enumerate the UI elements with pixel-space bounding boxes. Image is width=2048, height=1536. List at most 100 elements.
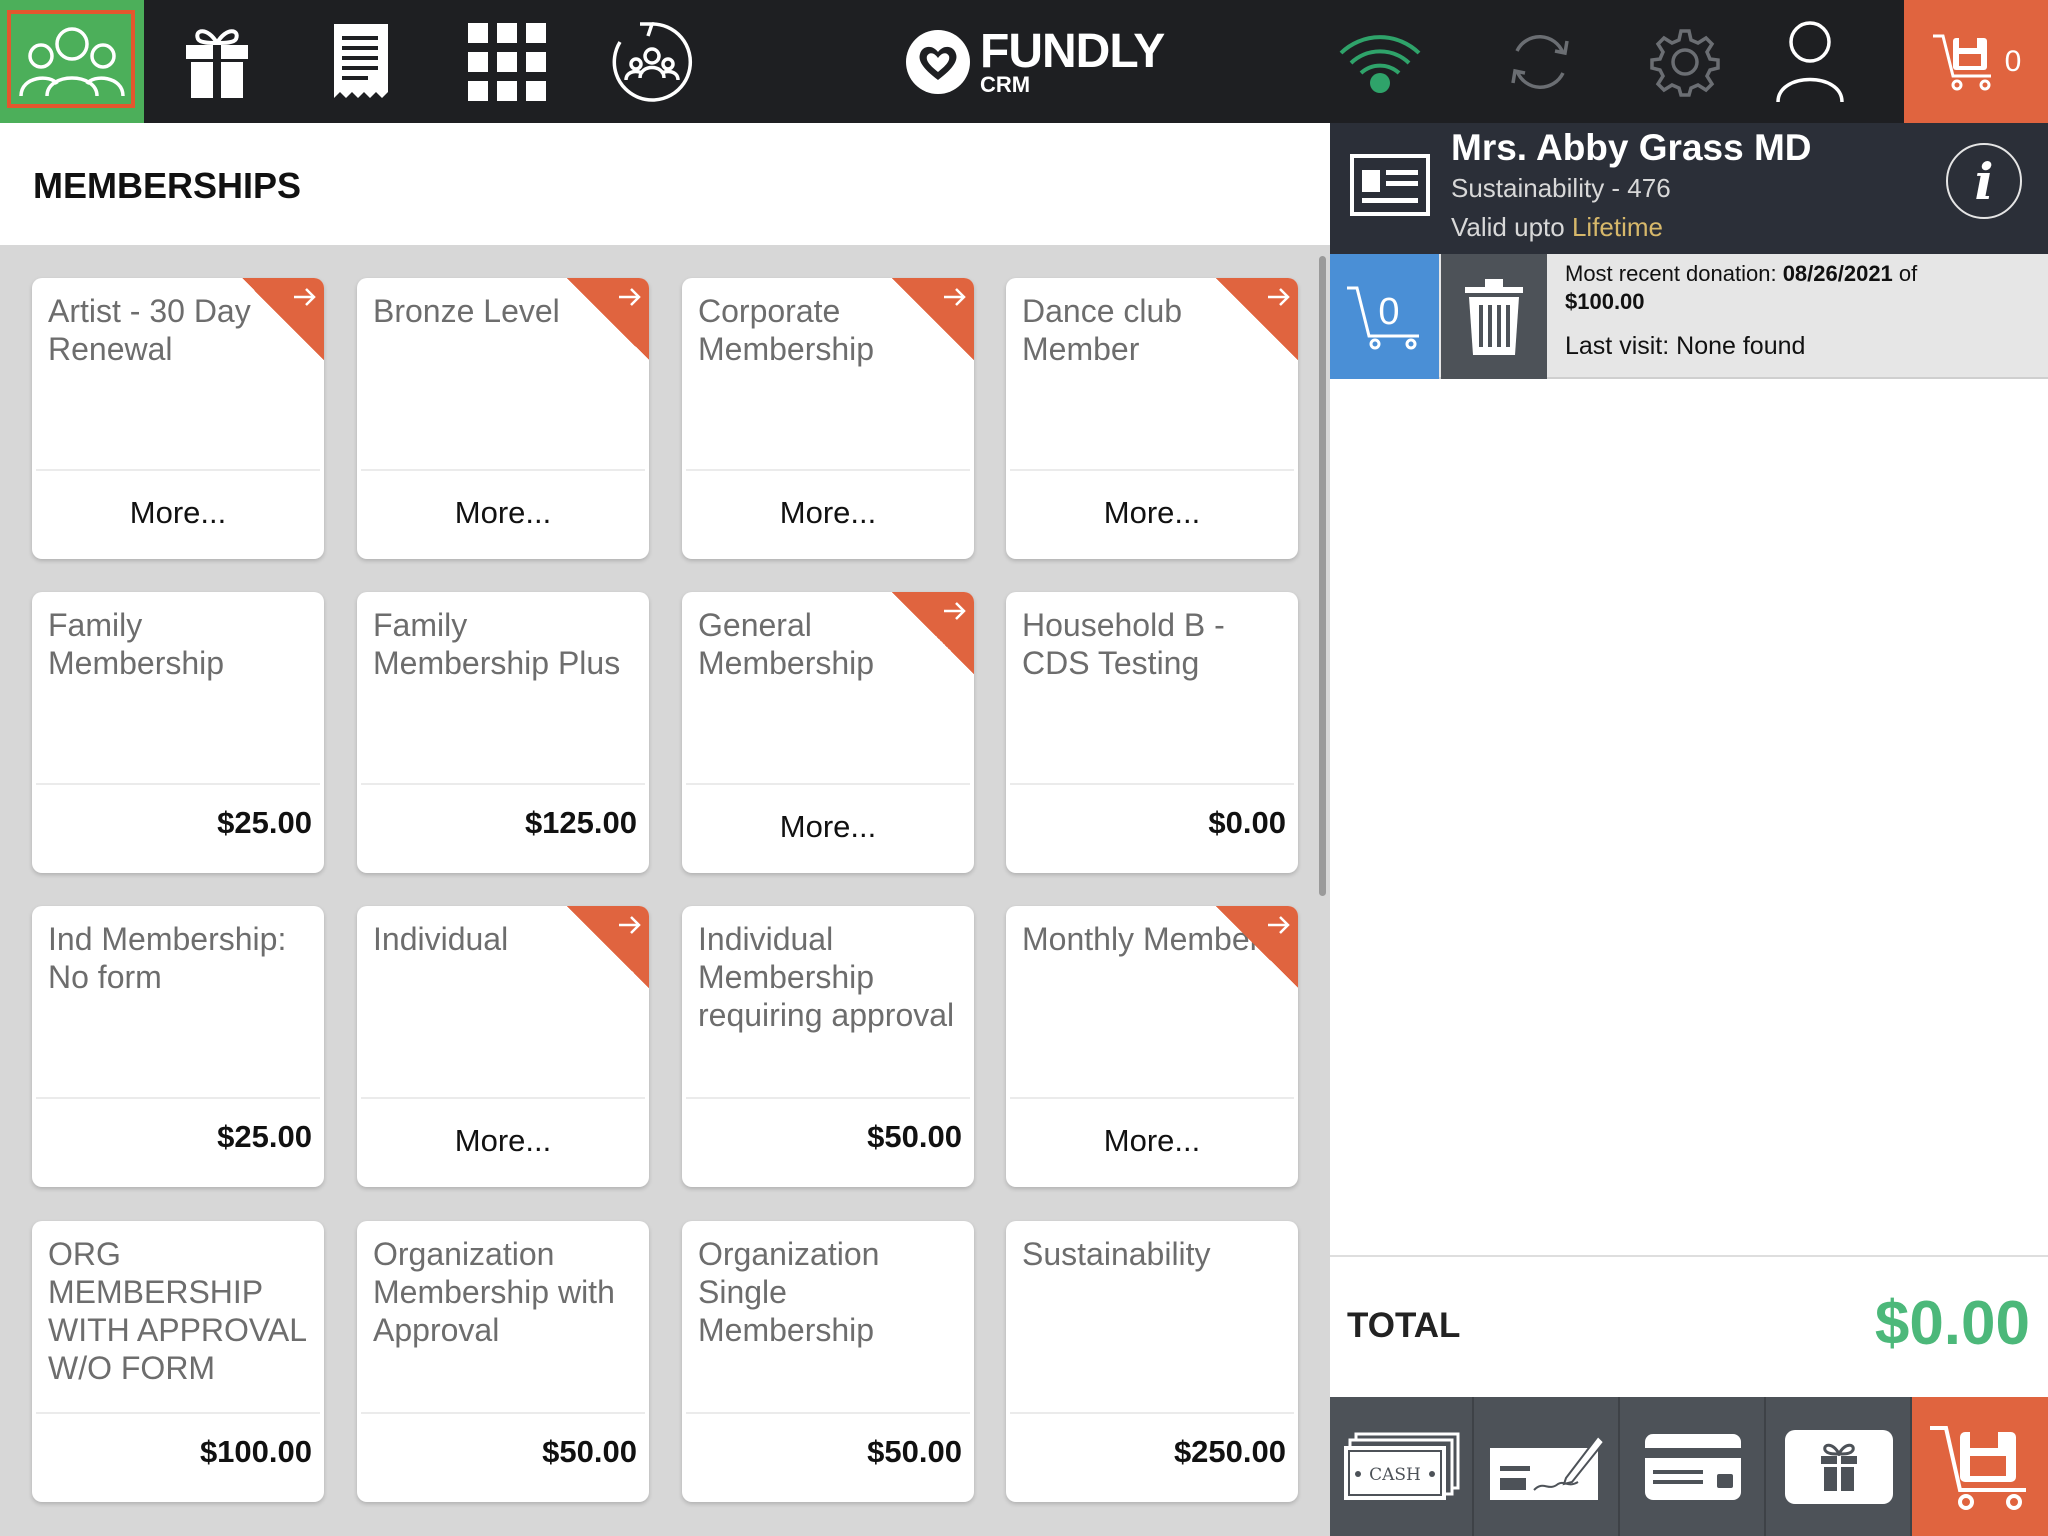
options-flag: [567, 906, 649, 988]
recent-prefix: Most recent donation:: [1565, 261, 1783, 286]
membership-name: Individual Membership requiring approval: [698, 921, 955, 1033]
validity-prefix: Valid upto: [1451, 212, 1565, 242]
membership-card[interactable]: ORG MEMBERSHIP WITH APPROVAL W/O FORM $10…: [32, 1221, 324, 1502]
nav-saved-cart-button[interactable]: 0: [1904, 0, 2048, 123]
clear-cart-button[interactable]: [1441, 254, 1547, 379]
nav-profile-button[interactable]: [1738, 0, 1882, 123]
saved-cart-count: 0: [2004, 44, 2022, 78]
check-icon: [1490, 1433, 1606, 1500]
membership-card[interactable]: Sustainability $250.00: [1006, 1221, 1298, 1502]
membership-card[interactable]: Ind Membership: No form $25.00: [32, 906, 324, 1187]
membership-price: $50.00: [867, 1119, 962, 1154]
membership-card[interactable]: Family Membership Plus $125.00: [357, 592, 649, 873]
top-bar: FUNDLY CRM 0: [0, 0, 2048, 123]
nav-sync-button[interactable]: [1468, 0, 1612, 123]
cart-save-large-icon: [1930, 1425, 2026, 1510]
pay-gift-card-button[interactable]: [1768, 1397, 1912, 1536]
membership-card[interactable]: Dance club Member More...: [1006, 278, 1298, 559]
arrow-right-icon: [1268, 916, 1290, 934]
more-link[interactable]: More...: [682, 495, 974, 531]
membership-card[interactable]: Artist - 30 Day Renewal More...: [32, 278, 324, 559]
sync-icon: [1511, 34, 1569, 89]
more-link[interactable]: More...: [357, 495, 649, 531]
more-link[interactable]: More...: [1006, 495, 1298, 531]
nav-settings-button[interactable]: [1613, 0, 1757, 123]
arrow-right-icon: [294, 288, 316, 306]
cart-button[interactable]: 0: [1330, 254, 1439, 379]
info-button[interactable]: i: [1946, 143, 2022, 219]
gift-icon: [186, 28, 248, 98]
selected-outline: [7, 10, 135, 108]
nav-gift-button[interactable]: [145, 0, 289, 123]
membership-card[interactable]: Organization Single Membership $50.00: [682, 1221, 974, 1502]
nav-connection-button[interactable]: [1308, 0, 1452, 123]
card-divider: [36, 1412, 320, 1414]
membership-name: Organization Membership with Approval: [373, 1236, 615, 1348]
membership-price: $50.00: [867, 1434, 962, 1469]
scrollbar[interactable]: [1319, 256, 1326, 896]
membership-card[interactable]: Monthly Member More...: [1006, 906, 1298, 1187]
membership-name: Organization Single Membership: [698, 1236, 880, 1348]
card-divider: [1010, 1097, 1294, 1099]
cart-save-icon: [1932, 34, 1991, 90]
membership-price: $250.00: [1173, 1434, 1286, 1469]
receipt-icon: [334, 23, 388, 98]
nav-members-button[interactable]: [0, 0, 144, 123]
id-card-icon: [1350, 154, 1430, 216]
nav-receipt-button[interactable]: [289, 0, 433, 123]
card-divider: [686, 1412, 970, 1414]
more-link[interactable]: More...: [1006, 1123, 1298, 1159]
cash-label: CASH: [1369, 1465, 1421, 1485]
membership-card[interactable]: Individual Membership requiring approval…: [682, 906, 974, 1187]
more-link[interactable]: More...: [32, 495, 324, 531]
customer-membership: Sustainability - 476: [1451, 173, 1671, 203]
membership-card[interactable]: Household B - CDS Testing $0.00: [1006, 592, 1298, 873]
recent-of: of: [1892, 261, 1918, 286]
customer-actions: 0 Most recent donation: 08/26/2021 of $10…: [1330, 254, 2048, 379]
membership-card[interactable]: Bronze Level More...: [357, 278, 649, 559]
pay-card-button[interactable]: [1622, 1397, 1766, 1536]
cart-panel: Mrs. Abby Grass MD Sustainability - 476 …: [1330, 123, 2048, 1536]
save-cart-button[interactable]: [1912, 1397, 2048, 1536]
card-divider: [361, 1412, 645, 1414]
membership-card[interactable]: Corporate Membership More...: [682, 278, 974, 559]
total-divider: [1330, 1255, 2048, 1257]
options-flag: [1216, 906, 1298, 988]
options-flag: [567, 278, 649, 360]
membership-price: $100.00: [199, 1434, 312, 1469]
credit-card-icon: [1645, 1433, 1741, 1500]
group-cycle-icon: [612, 21, 693, 102]
membership-price: $125.00: [524, 805, 637, 840]
more-link[interactable]: More...: [357, 1123, 649, 1159]
card-divider: [1010, 1412, 1294, 1414]
card-divider: [36, 1097, 320, 1099]
wifi-icon: [1339, 34, 1421, 93]
card-divider: [686, 783, 970, 785]
brand-name: FUNDLY: [980, 25, 1165, 78]
membership-price: $50.00: [542, 1434, 637, 1469]
page-title: MEMBERSHIPS: [33, 165, 302, 206]
membership-card[interactable]: General Membership More...: [682, 592, 974, 873]
card-divider: [361, 783, 645, 785]
customer-validity: Valid upto Lifetime: [1451, 212, 1663, 243]
heart-logo-icon: [906, 30, 970, 94]
membership-card[interactable]: Organization Membership with Approval $50…: [357, 1221, 649, 1502]
payment-bar: CASH: [1330, 1397, 2048, 1536]
membership-card[interactable]: Family Membership $25.00: [32, 592, 324, 873]
membership-name: Ind Membership: No form: [48, 921, 287, 995]
card-divider: [361, 1097, 645, 1099]
membership-card[interactable]: Individual More...: [357, 906, 649, 1187]
recent-donation: Most recent donation: 08/26/2021 of $100.…: [1565, 260, 2035, 316]
trash-icon: [1465, 278, 1523, 355]
more-link[interactable]: More...: [682, 809, 974, 845]
membership-name: Household B - CDS Testing: [1022, 607, 1225, 681]
nav-group-sync-button[interactable]: [580, 0, 724, 123]
pay-cash-button[interactable]: CASH: [1330, 1397, 1474, 1536]
grid-icon: [468, 22, 546, 101]
nav-grid-button[interactable]: [435, 0, 579, 123]
pay-check-button[interactable]: [1476, 1397, 1620, 1536]
options-flag: [242, 278, 324, 360]
gear-icon: [1650, 28, 1720, 97]
membership-name: Sustainability: [1022, 1236, 1211, 1272]
arrow-right-icon: [944, 288, 966, 306]
